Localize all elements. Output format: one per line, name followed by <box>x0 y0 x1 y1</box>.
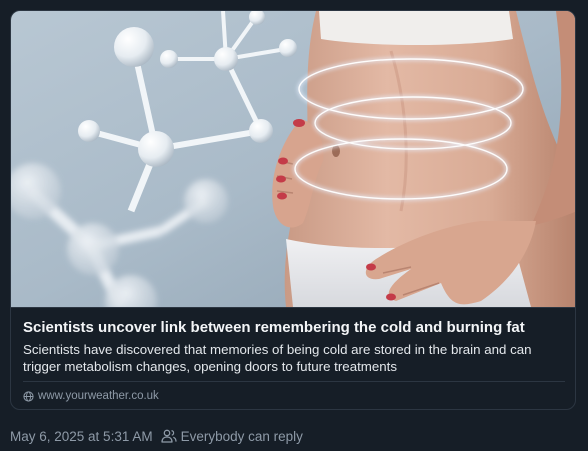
people-icon <box>160 429 177 443</box>
link-domain: www.yourweather.co.uk <box>23 388 159 404</box>
link-domain-text: www.yourweather.co.uk <box>38 390 159 402</box>
link-preview-card[interactable]: Scientists uncover link between remember… <box>10 10 576 410</box>
link-preview-image[interactable] <box>11 11 576 307</box>
link-preview-text[interactable]: Scientists uncover link between remember… <box>11 307 575 409</box>
reply-setting: Everybody can reply <box>160 428 303 444</box>
reply-setting-label: Everybody can reply <box>180 428 303 444</box>
post-footer: May 6, 2025 at 5:31 AM Everybody can rep… <box>10 427 303 445</box>
link-description: Scientists have discovered that memories… <box>23 342 532 374</box>
divider <box>23 381 565 382</box>
globe-icon <box>23 390 34 402</box>
link-title[interactable]: Scientists uncover link between remember… <box>23 319 563 337</box>
post-timestamp[interactable]: May 6, 2025 at 5:31 AM <box>10 429 153 444</box>
